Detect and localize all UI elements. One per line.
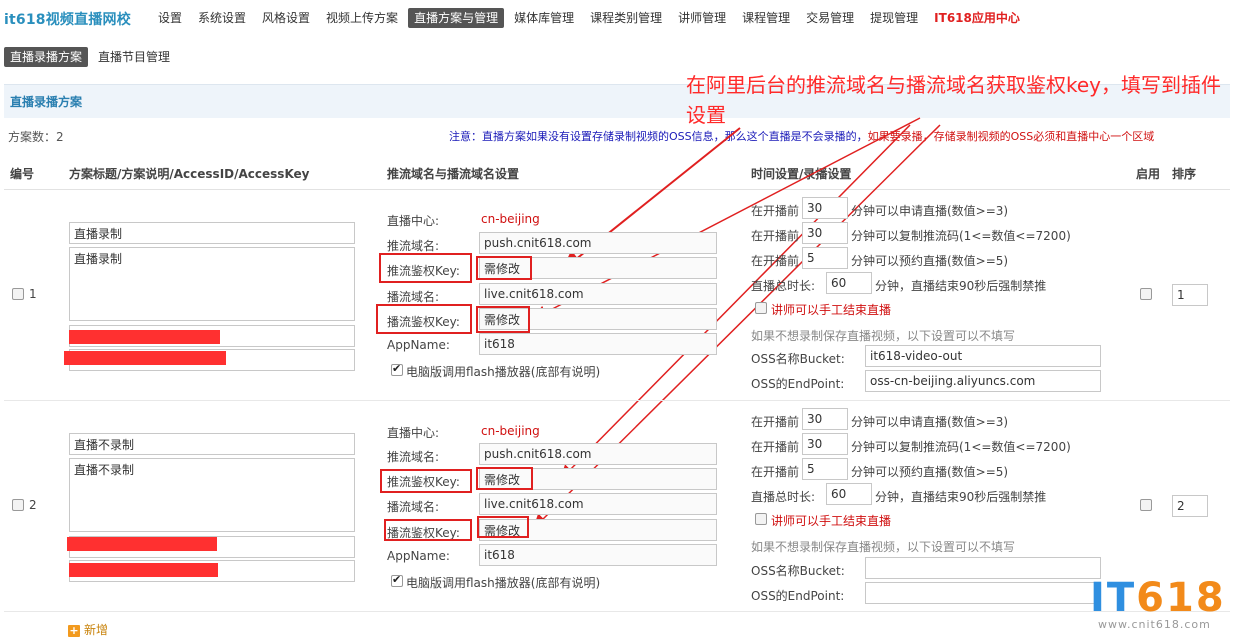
row2-bucket-input[interactable]: [865, 557, 1101, 579]
row1-endpoint-input[interactable]: [865, 370, 1101, 392]
row2-play-key-highlight: [384, 519, 472, 541]
row1-flash-checkbox[interactable]: [391, 362, 403, 376]
watermark-url: www.cnit618.com: [1098, 618, 1211, 631]
row2-push-key-value-highlight: [476, 467, 533, 490]
row2-center-label: 直播中心:: [387, 426, 440, 440]
row2-teacher-end-checkbox[interactable]: [755, 513, 767, 525]
row2-before3-post: 分钟可以预约直播(数值>=5): [851, 465, 1009, 479]
row2-accesskey-redaction: [69, 563, 218, 577]
row2-center-value: cn-beijing: [481, 424, 540, 438]
row2-total-pre: 直播总时长:: [751, 490, 816, 504]
row1-flash-label: 电脑版调用flash播放器(底部有说明): [406, 365, 601, 379]
row1-before1-pre: 在开播前: [751, 204, 800, 218]
row1-endpoint-label: OSS的EndPoint:: [751, 377, 845, 391]
add-plan-button[interactable]: + 新增: [68, 621, 108, 638]
row2-before2-pre: 在开播前: [751, 440, 800, 454]
watermark-it: IT: [1090, 575, 1137, 621]
row1-push-key-value-highlight: [476, 256, 532, 280]
row2-order-input[interactable]: [1172, 495, 1208, 517]
row1-play-key-value-highlight: [476, 306, 530, 333]
row1-before2-post: 分钟可以复制推流码(1<=数值<=7200): [851, 229, 1071, 243]
row1-accesskey-redaction: [64, 351, 226, 365]
row2-total-post: 分钟，直播结束90秒后强制禁推: [875, 490, 1047, 504]
row2-push-domain-input[interactable]: [479, 443, 717, 465]
row1-title-input[interactable]: [69, 222, 355, 244]
row2-push-domain-label: 推流域名:: [387, 450, 440, 464]
row1-desc-textarea[interactable]: 直播录制: [69, 247, 355, 321]
watermark-618: 618: [1136, 575, 1226, 621]
row2-play-key-value-highlight: [477, 516, 529, 538]
row2-before1-input[interactable]: [802, 408, 848, 430]
row2-title-input[interactable]: [69, 433, 355, 455]
row1-total-input[interactable]: [826, 272, 872, 294]
row2-before2-post: 分钟可以复制推流码(1<=数值<=7200): [851, 440, 1071, 454]
row1-select-checkbox[interactable]: [12, 288, 24, 300]
row2-total-input[interactable]: [826, 483, 872, 505]
row2-play-domain-label: 播流域名:: [387, 500, 440, 514]
row1-id: 1: [29, 287, 37, 301]
row2-endpoint-input[interactable]: [865, 582, 1101, 604]
row2-enable-checkbox[interactable]: [1140, 499, 1152, 511]
row2-before1-pre: 在开播前: [751, 415, 800, 429]
row-divider: [4, 611, 1230, 612]
row1-teacher-end-label: 讲师可以手工结束直播: [771, 303, 892, 317]
row1-appname-label: AppName:: [387, 338, 450, 352]
row1-accessid-redaction: [69, 330, 220, 344]
row2-before2-input[interactable]: [802, 433, 848, 455]
row1-enable-checkbox[interactable]: [1140, 288, 1152, 300]
row1-push-domain-label: 推流域名:: [387, 239, 440, 253]
row1-appname-input[interactable]: [479, 333, 717, 355]
row1-push-key-highlight: [379, 253, 472, 283]
row2-teacher-end-label: 讲师可以手工结束直播: [771, 514, 892, 528]
row2-appname-input[interactable]: [479, 544, 717, 566]
row1-center-label: 直播中心:: [387, 214, 440, 228]
row1-order-input[interactable]: [1172, 284, 1208, 306]
row2-id: 2: [29, 498, 37, 512]
row2-play-domain-input[interactable]: [479, 493, 717, 515]
row1-before3-pre: 在开播前: [751, 254, 800, 268]
row1-play-domain-input[interactable]: [479, 283, 717, 305]
row1-play-domain-label: 播流域名:: [387, 290, 440, 304]
row1-bucket-input[interactable]: [865, 345, 1101, 367]
watermark-logo: IT618: [1090, 575, 1226, 621]
row1-before3-post: 分钟可以预约直播(数值>=5): [851, 254, 1009, 268]
plus-icon: +: [68, 624, 80, 637]
row2-flash-checkbox[interactable]: [391, 573, 403, 587]
row1-before3-input[interactable]: [802, 247, 848, 269]
row2-bucket-label: OSS名称Bucket:: [751, 564, 845, 578]
row1-teacher-end-checkbox[interactable]: [755, 302, 767, 314]
row2-oss-hint: 如果不想录制保存直播视频，以下设置可以不填写: [751, 540, 1016, 554]
row1-before2-input[interactable]: [802, 222, 848, 244]
row1-push-domain-input[interactable]: [479, 232, 717, 254]
add-plan-label: 新增: [84, 623, 109, 637]
row1-bucket-label: OSS名称Bucket:: [751, 352, 845, 366]
row1-center-value: cn-beijing: [481, 212, 540, 226]
row2-accessid-redaction: [67, 537, 217, 551]
row1-oss-hint: 如果不想录制保存直播视频，以下设置可以不填写: [751, 329, 1016, 343]
row2-before1-post: 分钟可以申请直播(数值>=3): [851, 415, 1009, 429]
row2-before3-input[interactable]: [802, 458, 848, 480]
row2-select-checkbox[interactable]: [12, 499, 24, 511]
row1-total-post: 分钟，直播结束90秒后强制禁推: [875, 279, 1047, 293]
row1-total-pre: 直播总时长:: [751, 279, 816, 293]
row1-before1-post: 分钟可以申请直播(数值>=3): [851, 204, 1009, 218]
row2-push-key-highlight: [380, 469, 472, 493]
row2-flash-label: 电脑版调用flash播放器(底部有说明): [406, 576, 601, 590]
row2-desc-textarea[interactable]: 直播不录制: [69, 458, 355, 532]
row1-before2-pre: 在开播前: [751, 229, 800, 243]
row1-play-key-highlight: [376, 304, 472, 334]
row-divider: [4, 400, 1230, 401]
row2-endpoint-label: OSS的EndPoint:: [751, 589, 845, 603]
row1-before1-input[interactable]: [802, 197, 848, 219]
row2-before3-pre: 在开播前: [751, 465, 800, 479]
row2-appname-label: AppName:: [387, 549, 450, 563]
